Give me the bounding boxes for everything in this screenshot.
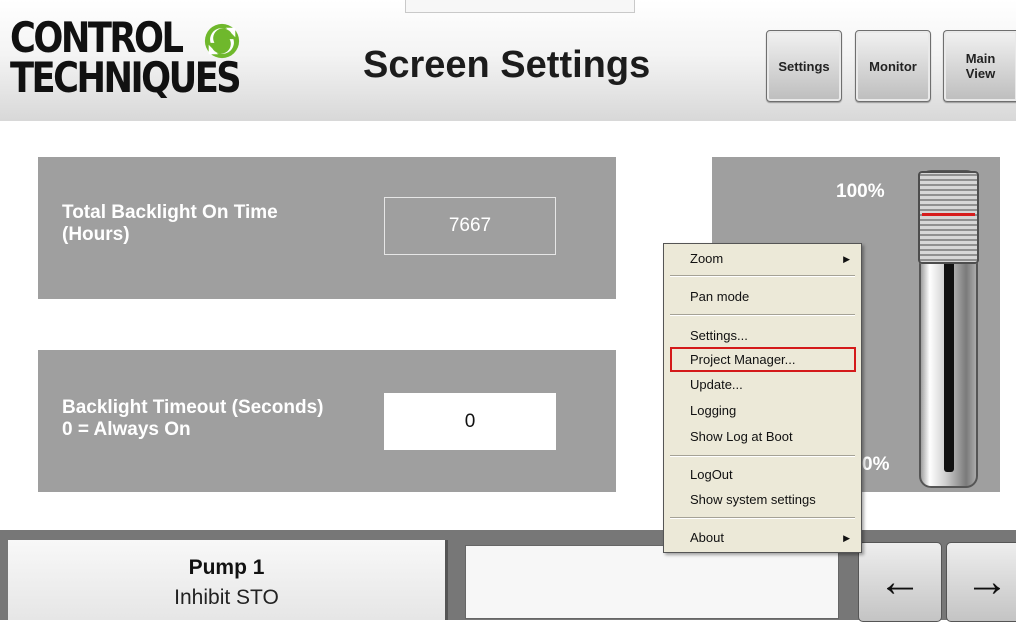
settings-button[interactable]: Settings (766, 30, 842, 102)
menu-item-label: Zoom (690, 251, 724, 266)
menu-item-logging[interactable]: Logging (690, 401, 736, 421)
page-title: Screen Settings (363, 44, 651, 86)
backlight-timeout-label: Backlight Timeout (Seconds) 0 = Always O… (62, 397, 324, 440)
pump-status-text: Inhibit STO (174, 586, 279, 609)
menu-item-label: About (690, 530, 724, 545)
menu-separator (670, 517, 855, 519)
context-menu: Zoom ▶ Pan mode Settings... Project Mana… (663, 243, 862, 553)
backlight-timeout-panel: Backlight Timeout (Seconds) 0 = Always O… (38, 350, 616, 492)
menu-item-show-log-at-boot[interactable]: Show Log at Boot (690, 427, 793, 447)
brightness-max-label: 100% (836, 181, 885, 202)
forward-button[interactable]: → (946, 542, 1016, 622)
back-button[interactable]: ← (858, 542, 942, 622)
menu-item-logout[interactable]: LogOut (690, 465, 733, 485)
backlight-time-label: Total Backlight On Time (Hours) (62, 202, 278, 245)
menu-item-show-system-settings[interactable]: Show system settings (690, 490, 816, 510)
menu-item-highlight-box (670, 347, 856, 372)
company-logo: CONTROL TECHNIQUES (10, 17, 283, 102)
brightness-slider-thumb[interactable] (918, 171, 979, 264)
main-view-button[interactable]: Main View (943, 30, 1016, 102)
pump-name: Pump 1 (188, 556, 265, 579)
menu-item-about[interactable]: About ▶ (690, 528, 850, 548)
backlight-time-panel: Total Backlight On Time (Hours) 7667 (38, 157, 616, 299)
menu-item-update[interactable]: Update... (690, 375, 743, 395)
submenu-arrow-icon: ▶ (843, 533, 850, 543)
slider-groove (944, 260, 954, 472)
arrow-left-icon: ← (878, 557, 922, 606)
menu-separator (670, 455, 855, 457)
header-tab-decoration (405, 0, 635, 13)
monitor-button[interactable]: Monitor (855, 30, 931, 102)
menu-item-pan-mode[interactable]: Pan mode (690, 287, 749, 307)
menu-separator (670, 275, 855, 277)
status-message-field (465, 545, 839, 619)
menu-item-zoom[interactable]: Zoom ▶ (690, 249, 850, 269)
menu-separator (670, 314, 855, 316)
slider-thumb-indicator (922, 213, 975, 216)
menu-item-settings[interactable]: Settings... (690, 326, 748, 346)
submenu-arrow-icon: ▶ (843, 254, 850, 264)
brightness-min-label: 0% (862, 454, 890, 475)
logo-swirl-icon (204, 23, 240, 59)
logo-line-2: TECHNIQUES (10, 53, 242, 102)
arrow-right-icon: → (965, 557, 1009, 606)
pump-status-box[interactable]: Pump 1 Inhibit STO (8, 540, 448, 620)
footer-bar: Pump 1 Inhibit STO ← → (0, 530, 1016, 622)
header-bar: CONTROL TECHNIQUES Screen Settings Setti… (0, 0, 1016, 121)
backlight-time-value: 7667 (384, 197, 556, 255)
backlight-timeout-input[interactable]: 0 (384, 393, 556, 450)
